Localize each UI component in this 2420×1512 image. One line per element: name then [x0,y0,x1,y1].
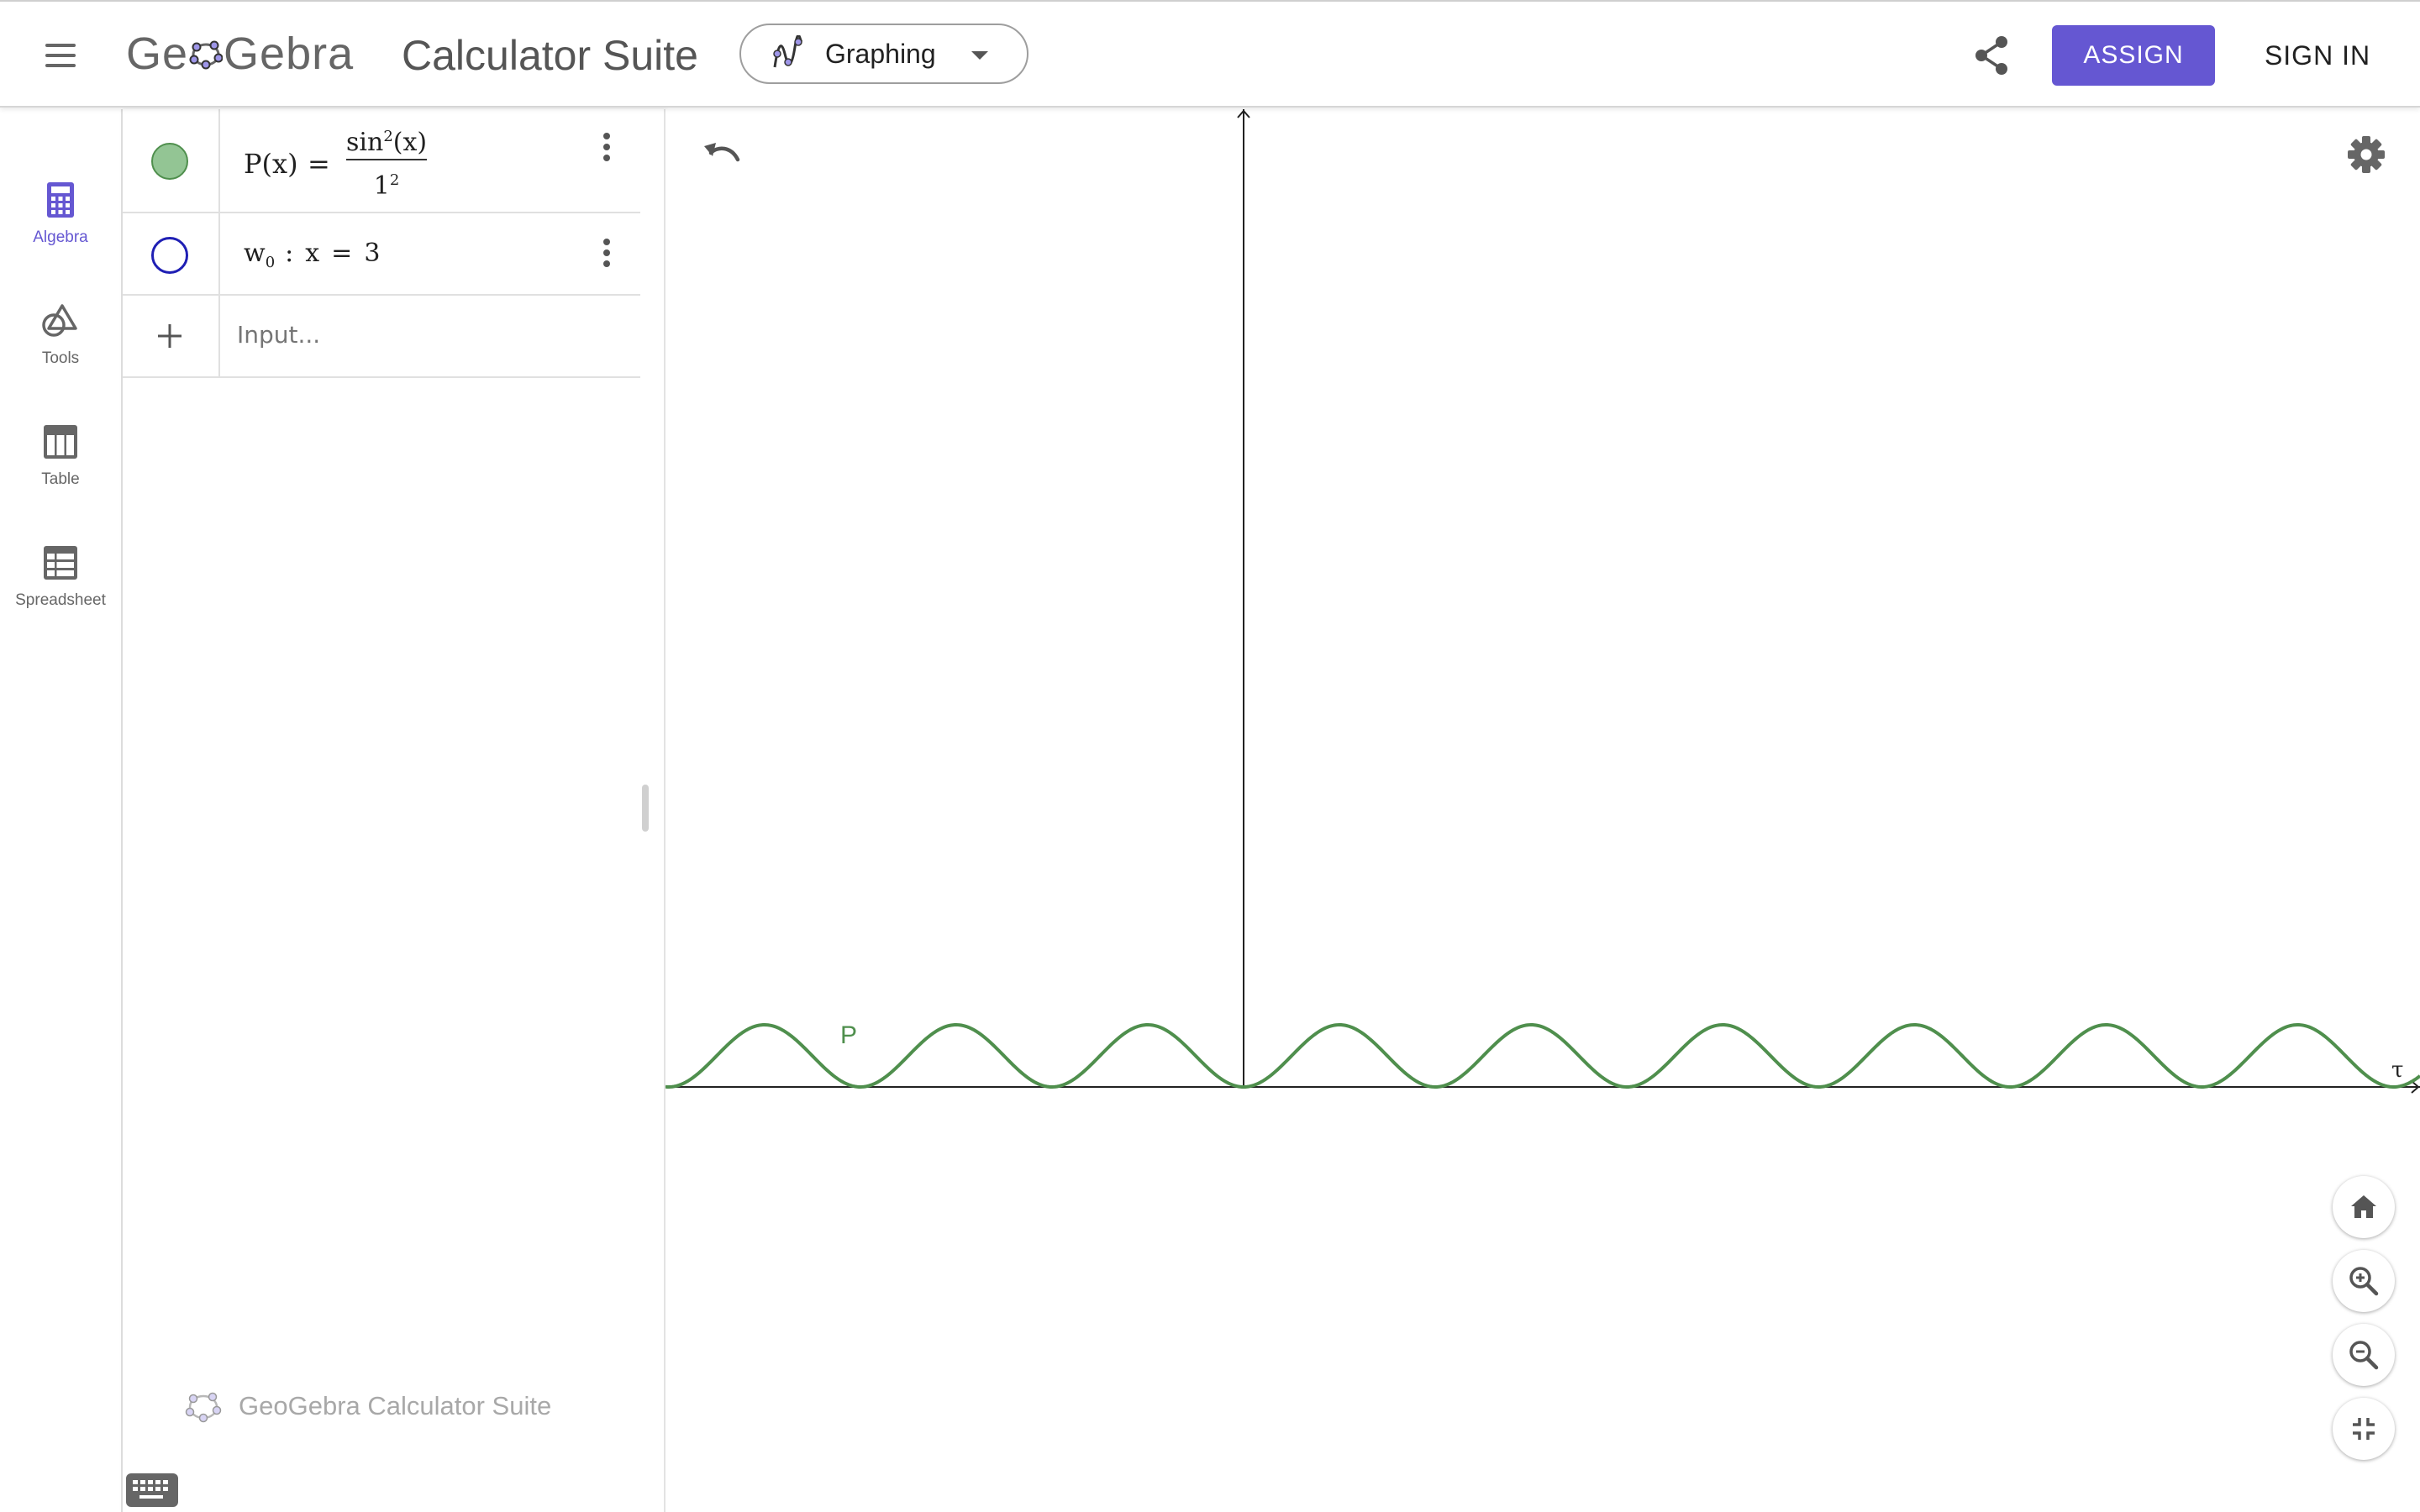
spreadsheet-icon [42,544,79,581]
logo-text-end: Gebra [224,29,355,79]
settings-gear-icon[interactable] [2344,133,2388,176]
function-name: P(x) [244,148,298,180]
zoom-in-icon[interactable] [2333,1250,2395,1312]
object-name: w [244,239,266,268]
keyboard-icon[interactable] [126,1473,178,1507]
sidebar-item-label: Table [41,470,80,488]
algebra-input-field[interactable] [237,321,607,349]
logo-text-start: Ge [126,29,189,79]
calculator-icon [42,181,79,218]
numerator-exponent: 2 [383,128,393,145]
function-curve-P[interactable] [666,1022,2420,1089]
page-title: Calculator Suite [402,32,698,79]
visibility-toggle-icon[interactable] [151,237,188,274]
sign-in-button[interactable]: SIGN IN [2244,25,2391,86]
sin-text: sin [346,128,384,157]
sin-argument: (x) [392,128,428,157]
hamburger-menu-icon[interactable] [35,32,86,79]
sidebar-item-label: Algebra [33,228,88,246]
plus-icon[interactable] [156,323,183,349]
marble-cell [123,109,220,212]
panel-resize-handle[interactable] [642,785,649,832]
line-definition: w0: x = 3 [244,239,380,271]
sidebar-item-table[interactable]: Table [0,412,121,504]
algebra-input-row[interactable] [123,296,640,378]
app-picker-dropdown[interactable]: Graphing [739,24,1028,84]
colon: : [285,239,294,268]
watermark-text: GeoGebra Calculator Suite [239,1391,552,1420]
equation-lhs: x [305,239,320,268]
more-vertical-icon[interactable] [602,239,612,272]
chevron-down-icon [971,51,988,60]
sidebar-item-tools[interactable]: Tools [0,291,121,383]
equals-sign: = [308,148,330,180]
graph-canvas[interactable]: τ P [666,109,2420,1512]
equation-rhs: 3 [364,239,381,268]
geogebra-logo: Ge Gebra [126,27,354,81]
geogebra-logo-icon [189,40,224,70]
marble-cell [123,296,220,376]
marble-cell [123,213,220,294]
sidebar-item-spreadsheet[interactable]: Spreadsheet [0,533,121,625]
visibility-toggle-icon[interactable] [151,143,188,180]
equals-sign: = [331,239,353,268]
assign-button[interactable]: ASSIGN [2052,25,2215,86]
table-icon [42,423,79,460]
zoom-out-icon[interactable] [2333,1324,2395,1386]
sidebar-item-algebra[interactable]: Algebra [0,170,121,262]
denominator-base: 1 [373,171,390,201]
home-icon[interactable] [2333,1176,2395,1238]
sidebar-item-label: Tools [41,349,80,367]
algebra-row-P[interactable]: P(x) = sin2(x) 12 [123,109,640,213]
exit-fullscreen-icon[interactable] [2333,1398,2395,1460]
geogebra-logo-icon [185,1392,222,1423]
app-header: Ge Gebra Calculator Suite Graphing ASSIG… [0,0,2420,108]
undo-icon[interactable] [699,134,746,181]
x-axis-label: τ [2391,1058,2403,1083]
algebra-view: P(x) = sin2(x) 12 w0: x = 3 Input... Geo… [121,109,666,1512]
tools-shapes-icon [42,302,79,339]
sidebar-item-label: Spreadsheet [15,591,106,609]
left-navigation: Algebra Tools Table Spreadsheet [0,109,121,1512]
more-vertical-icon[interactable] [602,133,612,166]
watermark: GeoGebra Calculator Suite [185,1388,551,1425]
curve-label-P[interactable]: P [840,1021,857,1049]
share-icon[interactable] [1971,34,2013,77]
algebra-row-w0[interactable]: w0: x = 3 [123,213,640,296]
graphing-icon [773,35,803,68]
fraction-denominator: 12 [346,171,427,201]
fraction-numerator: sin2(x) [346,128,427,160]
denominator-exponent: 2 [389,171,400,189]
graphics-view[interactable]: τ P [666,109,2420,1512]
object-subscript: 0 [265,254,276,271]
app-picker-label: Graphing [825,38,936,69]
